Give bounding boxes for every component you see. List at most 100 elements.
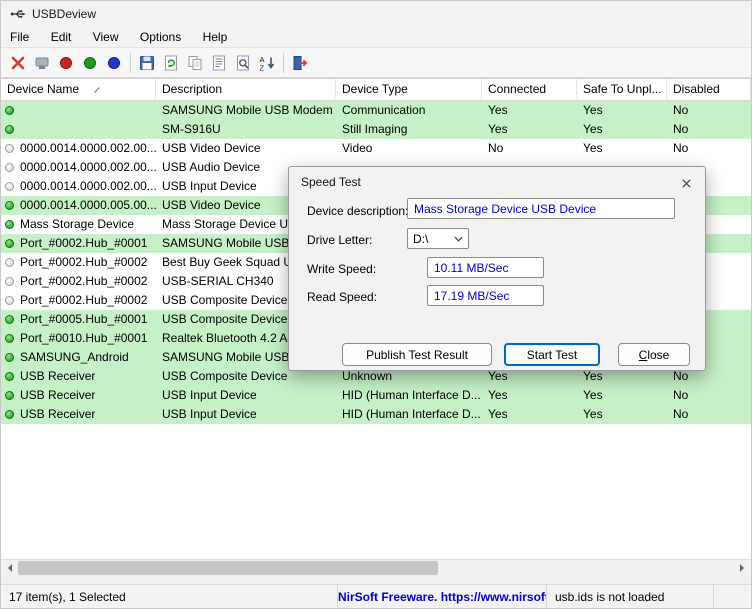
read-speed-field[interactable] (427, 285, 544, 306)
read-speed-label: Read Speed: (307, 290, 378, 304)
write-speed-label: Write Speed: (307, 262, 377, 276)
table-row[interactable]: USB Receiver USB Input Device HID (Human… (1, 386, 751, 405)
device-description-label: Device description: (307, 204, 409, 218)
write-speed-field[interactable] (427, 257, 544, 278)
connection-status-dot (5, 410, 14, 419)
chevron-down-icon (454, 236, 463, 242)
speed-test-dialog: Speed Test Device description: Drive Let… (288, 166, 706, 371)
find-button[interactable] (231, 51, 255, 75)
device-type-cell: Still Imaging (342, 122, 408, 136)
menu-options[interactable]: Options (131, 27, 190, 47)
horizontal-scrollbar[interactable] (1, 559, 751, 576)
connection-status-dot (5, 163, 14, 172)
disable-device-button[interactable] (54, 51, 78, 75)
column-header-device-name[interactable]: Device Name (1, 79, 156, 100)
device-name-cell: Port_#0005.Hub_#0001 (20, 312, 148, 326)
device-name-cell: Port_#0002.Hub_#0002 (20, 274, 148, 288)
table-row[interactable]: SAMSUNG Mobile USB Modem Communication Y… (1, 101, 751, 120)
connection-status-dot (5, 220, 14, 229)
column-header-safe-to-unplug[interactable]: Safe To Unpl... (577, 79, 667, 100)
safe-to-unplug-cell: Yes (583, 407, 603, 421)
close-button[interactable]: Close (618, 343, 690, 366)
uninstall-device-button[interactable] (6, 51, 30, 75)
table-row[interactable]: SM-S916U Still Imaging Yes Yes No (1, 120, 751, 139)
disabled-cell: No (673, 122, 689, 136)
device-name-cell: USB Receiver (20, 369, 96, 383)
description-cell: USB Video Device (162, 141, 261, 155)
save-button[interactable] (135, 51, 159, 75)
connection-status-dot (5, 258, 14, 267)
device-type-cell: Communication (342, 103, 426, 117)
connection-status-dot (5, 125, 14, 134)
refresh-icon (165, 55, 177, 70)
menu-edit[interactable]: Edit (42, 27, 81, 47)
safe-to-unplug-cell: Yes (583, 103, 603, 117)
device-name-cell: 0000.0014.0000.002.00... (20, 141, 156, 155)
menu-help[interactable]: Help (194, 27, 237, 47)
blue-circle-icon (108, 56, 120, 69)
copy-button[interactable] (183, 51, 207, 75)
publish-test-result-button[interactable]: Publish Test Result (342, 343, 492, 366)
sort-indicator-icon (94, 86, 100, 93)
description-cell: SM-S916U (162, 122, 221, 136)
enable-device-button[interactable] (78, 51, 102, 75)
dialog-close-button[interactable] (677, 174, 695, 192)
usbdeview-window: USBDeview File Edit View Options Help A … (0, 0, 752, 609)
connected-cell: Yes (488, 388, 508, 402)
scroll-left-arrow[interactable] (1, 560, 18, 576)
safe-to-unplug-cell: Yes (583, 122, 603, 136)
status-empty-pane (714, 585, 751, 608)
device-type-cell: HID (Human Interface D... (342, 388, 481, 402)
menu-file[interactable]: File (1, 27, 38, 47)
connection-status-dot (5, 182, 14, 191)
device-name-cell: Port_#0002.Hub_#0002 (20, 293, 148, 307)
exit-icon (293, 55, 308, 70)
svg-text:Z: Z (260, 63, 265, 72)
properties-button[interactable] (207, 51, 231, 75)
scroll-right-arrow[interactable] (734, 560, 751, 576)
connection-status-dot (5, 201, 14, 210)
column-header-connected[interactable]: Connected (482, 79, 577, 100)
device-description-field[interactable] (407, 198, 675, 219)
device-name-cell: 0000.0014.0000.005.00... (20, 198, 156, 212)
device-name-cell: Port_#0002.Hub_#0001 (20, 236, 148, 250)
sort-button[interactable]: AZ (255, 51, 279, 75)
restart-device-button[interactable] (102, 51, 126, 75)
exit-button[interactable] (288, 51, 312, 75)
column-header-row: Device Name Description Device Type Conn… (1, 79, 751, 101)
toolbar-separator (283, 52, 284, 73)
connected-cell: Yes (488, 103, 508, 117)
connection-status-dot (5, 315, 14, 324)
column-header-disabled[interactable]: Disabled (667, 79, 751, 100)
connection-status-dot (5, 372, 14, 381)
status-nirsoft-link[interactable]: NirSoft Freeware. https://www.nirsoft.ne… (338, 585, 547, 608)
connection-status-dot (5, 353, 14, 362)
column-header-device-type[interactable]: Device Type (336, 79, 482, 100)
drive-letter-dropdown[interactable]: D:\ (407, 228, 469, 249)
start-test-button[interactable]: Start Test (504, 343, 600, 366)
copy-icon (188, 55, 202, 70)
status-usbids: usb.ids is not loaded (547, 585, 714, 608)
dialog-title: Speed Test (301, 175, 361, 189)
toolbar-separator (130, 52, 131, 73)
column-header-description[interactable]: Description (156, 79, 336, 100)
device-name-cell: Mass Storage Device (20, 217, 135, 231)
connected-cell: Yes (488, 407, 508, 421)
disconnect-device-button[interactable] (30, 51, 54, 75)
safe-to-unplug-cell: Yes (583, 141, 603, 155)
floppy-icon (140, 55, 154, 70)
safe-to-unplug-cell: Yes (583, 388, 603, 402)
usb-app-icon (10, 6, 26, 22)
device-name-cell: 0000.0014.0000.002.00... (20, 160, 156, 174)
device-name-cell: USB Receiver (20, 407, 96, 421)
refresh-button[interactable] (159, 51, 183, 75)
scrollbar-thumb[interactable] (18, 561, 438, 575)
disabled-cell: No (673, 388, 689, 402)
green-circle-icon (84, 56, 96, 69)
device-type-cell: Video (342, 141, 373, 155)
menu-view[interactable]: View (84, 27, 128, 47)
table-row[interactable]: USB Receiver USB Input Device HID (Human… (1, 405, 751, 424)
menu-bar: File Edit View Options Help (1, 27, 751, 48)
close-icon (681, 178, 691, 188)
table-row[interactable]: 0000.0014.0000.002.00... USB Video Devic… (1, 139, 751, 158)
